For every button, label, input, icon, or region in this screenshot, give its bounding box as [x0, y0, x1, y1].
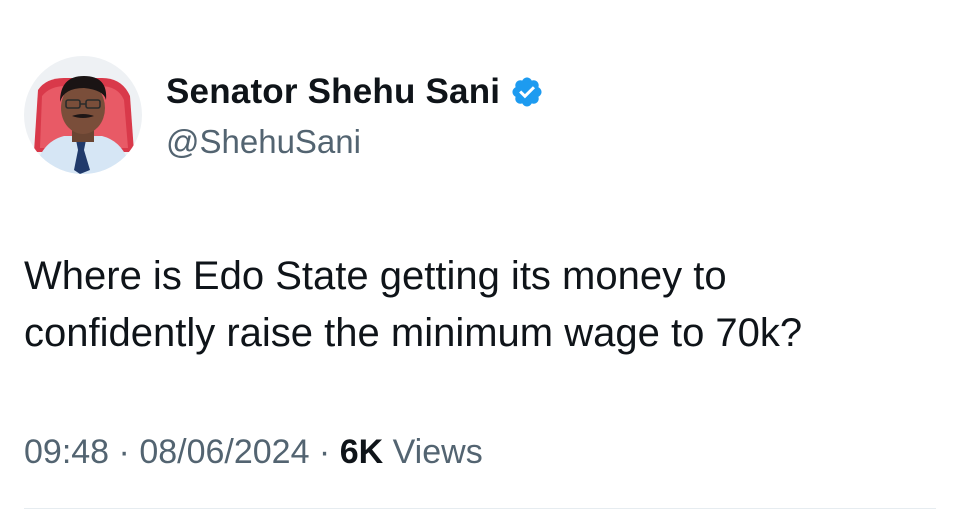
tweet-card: Senator Shehu Sani @ShehuSani Where is E… [0, 0, 960, 516]
tweet-meta: 09:48 · 08/06/2024 · 6K Views [24, 433, 483, 472]
display-name[interactable]: Senator Shehu Sani [166, 72, 500, 112]
meta-separator: · [109, 433, 140, 471]
divider [24, 508, 936, 509]
tweet-text-line: Where is Edo State getting its money to [24, 254, 727, 298]
views-count[interactable]: 6K [340, 433, 383, 471]
meta-separator: · [309, 433, 340, 471]
tweet-text: Where is Edo State getting its money to … [24, 248, 934, 362]
display-name-row: Senator Shehu Sani [166, 70, 544, 114]
avatar[interactable] [24, 56, 142, 174]
tweet-text-line: confidently raise the minimum wage to 70… [24, 311, 803, 355]
tweet-date[interactable]: 08/06/2024 [139, 433, 309, 471]
views-label: Views [383, 433, 483, 471]
user-handle[interactable]: @ShehuSani [166, 123, 361, 161]
tweet-time[interactable]: 09:48 [24, 433, 109, 471]
verified-badge-icon[interactable] [510, 75, 544, 109]
profile-photo-icon [24, 56, 142, 174]
